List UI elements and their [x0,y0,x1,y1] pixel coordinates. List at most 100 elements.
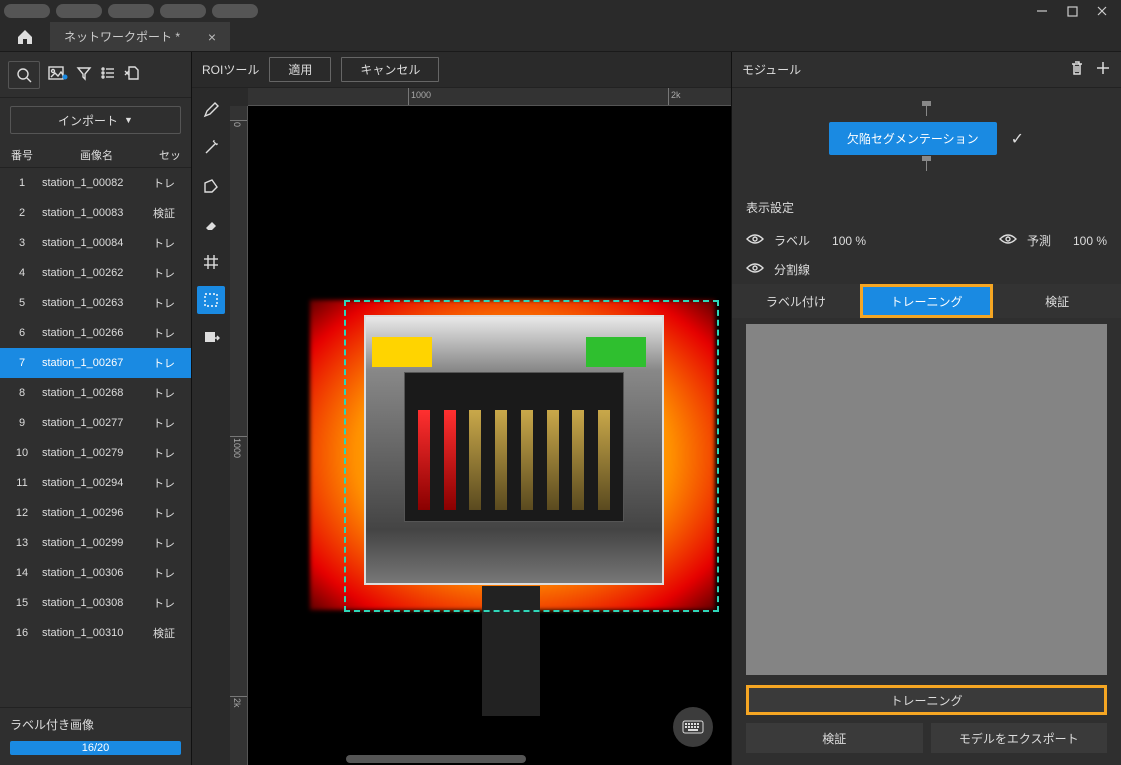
menu-blur [108,4,154,18]
table-row[interactable]: 8station_1_00268トレ [0,378,191,408]
table-row[interactable]: 2station_1_00083検証 [0,198,191,228]
pred-percent: 100 % [1073,234,1107,248]
row-name: station_1_00267 [40,357,153,369]
home-button[interactable] [0,22,50,51]
import-button[interactable]: インポート ▼ [10,106,181,134]
roi-overlay[interactable] [344,300,719,612]
module-title: モジュール [742,61,1059,78]
horizontal-scrollbar[interactable] [346,755,526,763]
apply-button[interactable]: 適用 [269,57,331,82]
row-set: トレ [153,565,187,581]
dropdown-icon: ▼ [124,115,133,125]
rect-select-tool[interactable] [197,286,225,314]
col-name: 画像名 [40,147,153,163]
mode-tabs: ラベル付け トレーニング 検証 [732,284,1121,318]
label-percent: 100 % [832,234,866,248]
maximize-button[interactable] [1057,0,1087,22]
grid-tool[interactable] [197,248,225,276]
table-row[interactable]: 6station_1_00266トレ [0,318,191,348]
table-row[interactable]: 14station_1_00306トレ [0,558,191,588]
tab-training[interactable]: トレーニング [860,284,994,318]
table-row[interactable]: 9station_1_00277トレ [0,408,191,438]
row-name: station_1_00263 [40,297,153,309]
row-name: station_1_00310 [40,627,153,639]
table-row[interactable]: 16station_1_00310検証 [0,618,191,648]
drawing-toolbar [192,88,230,765]
import-label: インポート [58,112,118,129]
table-row[interactable]: 4station_1_00262トレ [0,258,191,288]
vertical-ruler: 0 1000 2k [230,106,248,765]
filter-icon[interactable] [76,65,92,84]
row-number: 15 [4,597,40,609]
eye-icon[interactable] [746,233,764,248]
close-button[interactable] [1087,0,1117,22]
row-set: トレ [153,445,187,461]
row-number: 16 [4,627,40,639]
table-row[interactable]: 12station_1_00296トレ [0,498,191,528]
image-preview-icon[interactable] [48,65,68,84]
row-set: トレ [153,505,187,521]
add-icon[interactable] [1095,60,1111,79]
minimize-button[interactable] [1027,0,1057,22]
cancel-button[interactable]: キャンセル [341,57,439,82]
col-set: セッ [153,147,187,163]
brush-tool[interactable] [197,96,225,124]
keyboard-button[interactable] [673,707,713,747]
table-row[interactable]: 10station_1_00279トレ [0,438,191,468]
eye-icon[interactable] [746,262,764,277]
row-number: 4 [4,267,40,279]
horizontal-ruler: 1000 2k [248,88,731,106]
canvas[interactable]: 1000 2k 0 1000 2k [230,88,731,765]
display-settings-title: 表示設定 [732,189,1121,226]
row-set: トレ [153,265,187,281]
document-tab[interactable]: ネットワークポート * × [50,22,230,51]
table-row[interactable]: 15station_1_00308トレ [0,588,191,618]
table-row[interactable]: 13station_1_00299トレ [0,528,191,558]
roi-toolbar: ROIツール 適用 キャンセル [192,52,731,88]
canvas-panel: ROIツール 適用 キャンセル 1000 2k 0 1 [192,52,731,765]
tab-verify[interactable]: 検証 [993,284,1121,318]
image-table-body[interactable]: 1station_1_00082トレ2station_1_00083検証3sta… [0,168,191,707]
verify-button[interactable]: 検証 [746,723,923,753]
magic-pen-tool[interactable] [197,134,225,162]
tab-labeling[interactable]: ラベル付け [732,284,860,318]
row-name: station_1_00306 [40,567,153,579]
eraser-tool[interactable] [197,210,225,238]
row-name: station_1_00299 [40,537,153,549]
train-button[interactable]: トレーニング [746,685,1107,715]
export-model-button[interactable]: モデルをエクスポート [931,723,1108,753]
row-set: トレ [153,535,187,551]
export-icon[interactable] [124,65,142,84]
eye-icon[interactable] [999,233,1017,248]
row-name: station_1_00084 [40,237,153,249]
col-number: 番号 [4,147,40,163]
segline-label: 分割線 [774,261,810,278]
menu-blur [212,4,258,18]
table-row[interactable]: 11station_1_00294トレ [0,468,191,498]
polygon-tool[interactable] [197,172,225,200]
table-row[interactable]: 3station_1_00084トレ [0,228,191,258]
module-node[interactable]: 欠陥セグメンテーション [829,122,997,155]
table-header: 番号 画像名 セッ [0,142,191,168]
progress-bar: 16/20 [10,741,181,755]
viewport[interactable] [248,106,731,765]
row-number: 10 [4,447,40,459]
tabstrip: ネットワークポート * × [0,22,1121,52]
row-name: station_1_00277 [40,417,153,429]
transform-tool[interactable] [197,324,225,352]
row-number: 7 [4,357,40,369]
delete-icon[interactable] [1069,60,1085,79]
table-row[interactable]: 5station_1_00263トレ [0,288,191,318]
row-number: 14 [4,567,40,579]
table-row[interactable]: 1station_1_00082トレ [0,168,191,198]
tab-close-icon[interactable]: × [208,29,216,45]
image [254,120,704,702]
row-name: station_1_00262 [40,267,153,279]
module-panel: モジュール 欠陥セグメンテーション ✓ 表示設定 ラベル 100 % 予測 10… [731,52,1121,765]
row-set: トレ [153,325,187,341]
search-button[interactable] [8,61,40,89]
list-icon[interactable] [100,65,116,84]
table-row[interactable]: 7station_1_00267トレ [0,348,191,378]
row-set: トレ [153,475,187,491]
row-name: station_1_00083 [40,207,153,219]
